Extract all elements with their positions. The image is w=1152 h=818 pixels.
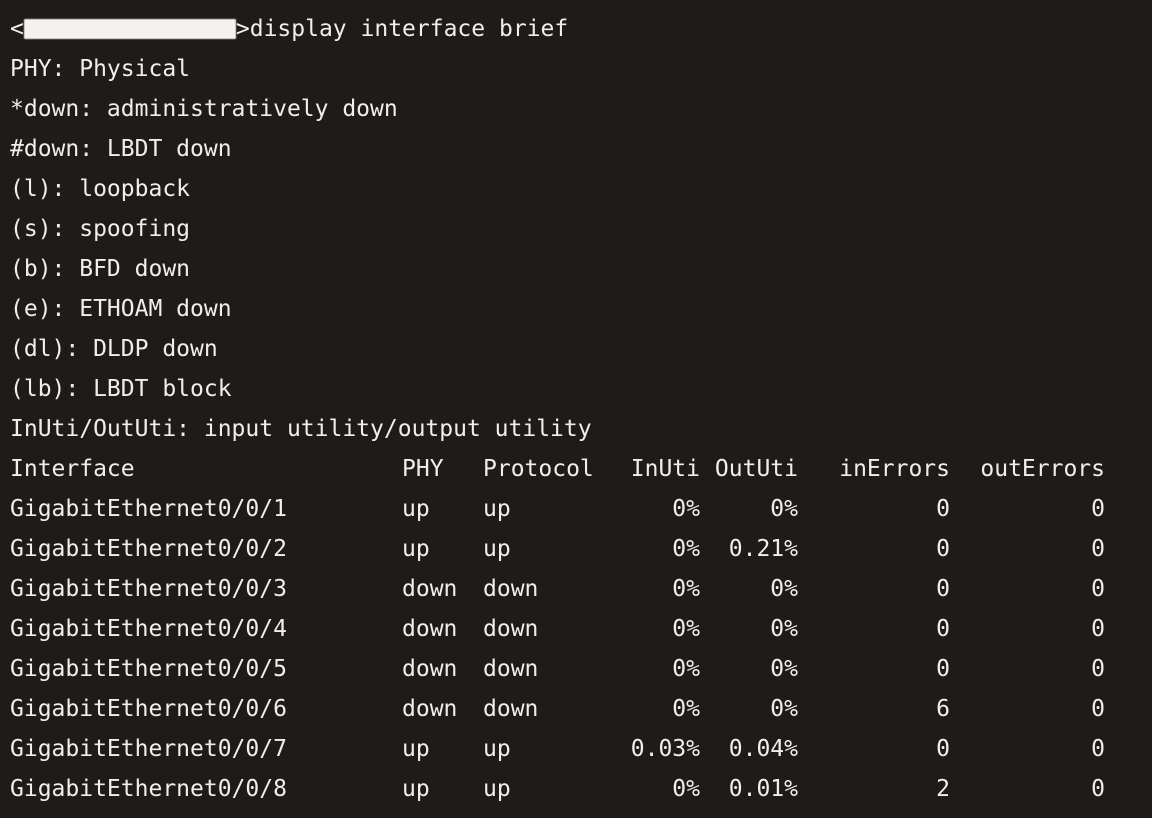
cell-interface: GigabitEthernet0/0/5: [10, 656, 287, 682]
cell-oututi: 0%: [770, 576, 798, 602]
cell-outerrors: 0: [1091, 536, 1105, 562]
cell-phy: down: [402, 656, 458, 682]
table-row: GigabitEthernet0/0/7 up up 0.03% 0.04% 0…: [0, 729, 1152, 769]
table-row: GigabitEthernet0/0/4 down down 0% 0% 0 0: [0, 609, 1152, 649]
table-row: GigabitEthernet0/0/3 down down 0% 0% 0 0: [0, 569, 1152, 609]
cell-interface: GigabitEthernet0/0/2: [10, 536, 287, 562]
cell-protocol: down: [483, 616, 539, 642]
legend-line-bfd-down: (b): BFD down: [10, 256, 191, 282]
cell-phy: up: [402, 736, 430, 762]
cell-phy: down: [402, 696, 458, 722]
prompt-close-bracket: >: [235, 16, 250, 42]
cell-inuti: 0%: [672, 536, 700, 562]
cell-inerrors: 0: [936, 736, 950, 762]
header-inuti: InUti: [630, 456, 700, 482]
cell-inuti: 0%: [672, 576, 700, 602]
cell-oututi: 0%: [770, 616, 798, 642]
cell-oututi: 0%: [770, 696, 798, 722]
header-protocol: Protocol: [483, 456, 594, 482]
cell-outerrors: 0: [1091, 576, 1105, 602]
cell-outerrors: 0: [1091, 656, 1105, 682]
cell-inerrors: 0: [936, 616, 950, 642]
cell-protocol: down: [483, 656, 539, 682]
legend-line-uti: InUti/OutUti: input utility/output utili…: [10, 416, 592, 442]
cell-phy: up: [402, 536, 430, 562]
cell-protocol: up: [483, 536, 511, 562]
legend-line-admin-down: *down: administratively down: [10, 96, 398, 122]
terminal-window[interactable]: < >display interface brief PHY: Physical …: [0, 0, 1152, 818]
cell-outerrors: 0: [1091, 736, 1105, 762]
prompt-open-bracket: <: [10, 16, 24, 42]
cell-oututi: 0.21%: [728, 536, 798, 562]
cell-inerrors: 0: [936, 576, 950, 602]
table-row: GigabitEthernet0/0/8 up up 0% 0.01% 2 0: [0, 769, 1152, 809]
cell-interface: GigabitEthernet0/0/7: [10, 736, 287, 762]
cell-oututi: 0.04%: [728, 736, 798, 762]
cell-inerrors: 6: [936, 696, 950, 722]
cell-oututi: 0.01%: [728, 776, 798, 802]
cell-inuti: 0%: [672, 696, 700, 722]
cell-interface: GigabitEthernet0/0/4: [10, 616, 287, 642]
cell-protocol: down: [483, 576, 539, 602]
cell-phy: down: [402, 616, 458, 642]
cell-inuti: 0%: [672, 496, 700, 522]
prompt-line[interactable]: < >display interface brief: [10, 9, 1152, 49]
table-row: GigabitEthernet0/0/1 up up 0% 0% 0 0: [0, 489, 1152, 529]
cell-protocol: up: [483, 776, 511, 802]
command-text: display interface brief: [249, 16, 569, 42]
redacted-hostname: [23, 19, 236, 39]
legend-line-lbdt-down: #down: LBDT down: [10, 136, 232, 162]
cell-interface: GigabitEthernet0/0/8: [10, 776, 287, 802]
legend-line-spoofing: (s): spoofing: [10, 216, 191, 242]
table-row: GigabitEthernet0/0/2 up up 0% 0.21% 0 0: [0, 529, 1152, 569]
cell-inuti: 0%: [672, 616, 700, 642]
header-oututi: OutUti: [714, 456, 798, 482]
legend-line-phy: PHY: Physical: [10, 56, 191, 82]
legend-line-dldp-down: (dl): DLDP down: [10, 336, 218, 362]
table-row: GigabitEthernet0/0/6 down down 0% 0% 6 0: [0, 689, 1152, 729]
cell-protocol: down: [483, 696, 539, 722]
legend-line-lbdt-block: (lb): LBDT block: [10, 376, 232, 402]
cell-protocol: up: [483, 496, 511, 522]
cell-phy: up: [402, 496, 430, 522]
cell-interface: GigabitEthernet0/0/1: [10, 496, 287, 522]
header-phy: PHY: [402, 456, 444, 482]
cell-outerrors: 0: [1091, 776, 1105, 802]
header-outerrors: outErrors: [980, 456, 1105, 482]
cell-oututi: 0%: [770, 496, 798, 522]
cell-phy: up: [402, 776, 430, 802]
cell-oututi: 0%: [770, 656, 798, 682]
cell-phy: down: [402, 576, 458, 602]
header-inerrors: inErrors: [839, 456, 950, 482]
cell-inuti: 0%: [672, 656, 700, 682]
cell-protocol: up: [483, 736, 511, 762]
header-interface: Interface: [10, 456, 135, 482]
legend-line-ethoam-down: (e): ETHOAM down: [10, 296, 232, 322]
cell-interface: GigabitEthernet0/0/3: [10, 576, 287, 602]
terminal-clipped-line: [10, 0, 1152, 9]
legend-line-loopback: (l): loopback: [10, 176, 191, 202]
cell-inerrors: 0: [936, 496, 950, 522]
cell-inuti: 0%: [672, 776, 700, 802]
cell-outerrors: 0: [1091, 496, 1105, 522]
cell-inerrors: 2: [936, 776, 950, 802]
cell-inerrors: 0: [936, 536, 950, 562]
cell-inuti: 0.03%: [630, 736, 700, 762]
table-header-row: Interface PHY Protocol InUti OutUti inEr…: [0, 449, 1152, 489]
cell-outerrors: 0: [1091, 696, 1105, 722]
table-row: GigabitEthernet0/0/5 down down 0% 0% 0 0: [0, 649, 1152, 689]
cell-outerrors: 0: [1091, 616, 1105, 642]
cell-interface: GigabitEthernet0/0/6: [10, 696, 287, 722]
cell-inerrors: 0: [936, 656, 950, 682]
